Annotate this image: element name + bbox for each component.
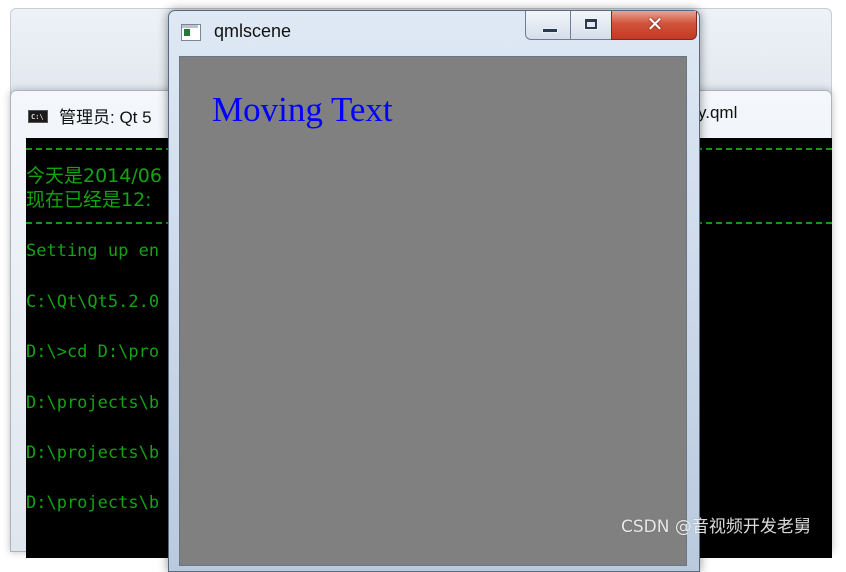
caption-buttons: ✕	[525, 11, 697, 41]
console-line: D:\projects\b	[26, 393, 160, 413]
maximize-icon	[584, 18, 598, 30]
minimize-icon	[542, 28, 558, 33]
close-button[interactable]: ✕	[611, 11, 697, 40]
console-line: D:\projects\b	[26, 493, 160, 513]
console-line: C:\Qt\Qt5.2.0	[26, 292, 160, 312]
qml-content-area[interactable]: Moving Text	[179, 56, 687, 566]
qmlscene-window[interactable]: qmlscene ✕ Moving Text	[168, 10, 700, 572]
minimize-button[interactable]	[525, 11, 571, 40]
qml-app-icon	[181, 24, 201, 41]
cmd-icon: C:\	[28, 110, 48, 123]
console-line: D:\>cd D:\pro	[26, 342, 160, 362]
console-window-title-right: y.qml	[698, 103, 738, 122]
close-icon: ✕	[646, 12, 664, 36]
csdn-watermark: CSDN @音视频开发老舅	[621, 517, 811, 537]
console-line: D:\projects\b	[26, 443, 160, 463]
maximize-button[interactable]	[570, 11, 612, 40]
console-line: 现在已经是12:	[26, 189, 152, 211]
console-line: 今天是2014/06	[26, 165, 162, 187]
console-line: Setting up en	[26, 241, 160, 261]
qml-window-title: qmlscene	[214, 21, 292, 41]
moving-text-label: Moving Text	[212, 90, 393, 129]
console-window-title: 管理员: Qt 5	[59, 108, 152, 127]
